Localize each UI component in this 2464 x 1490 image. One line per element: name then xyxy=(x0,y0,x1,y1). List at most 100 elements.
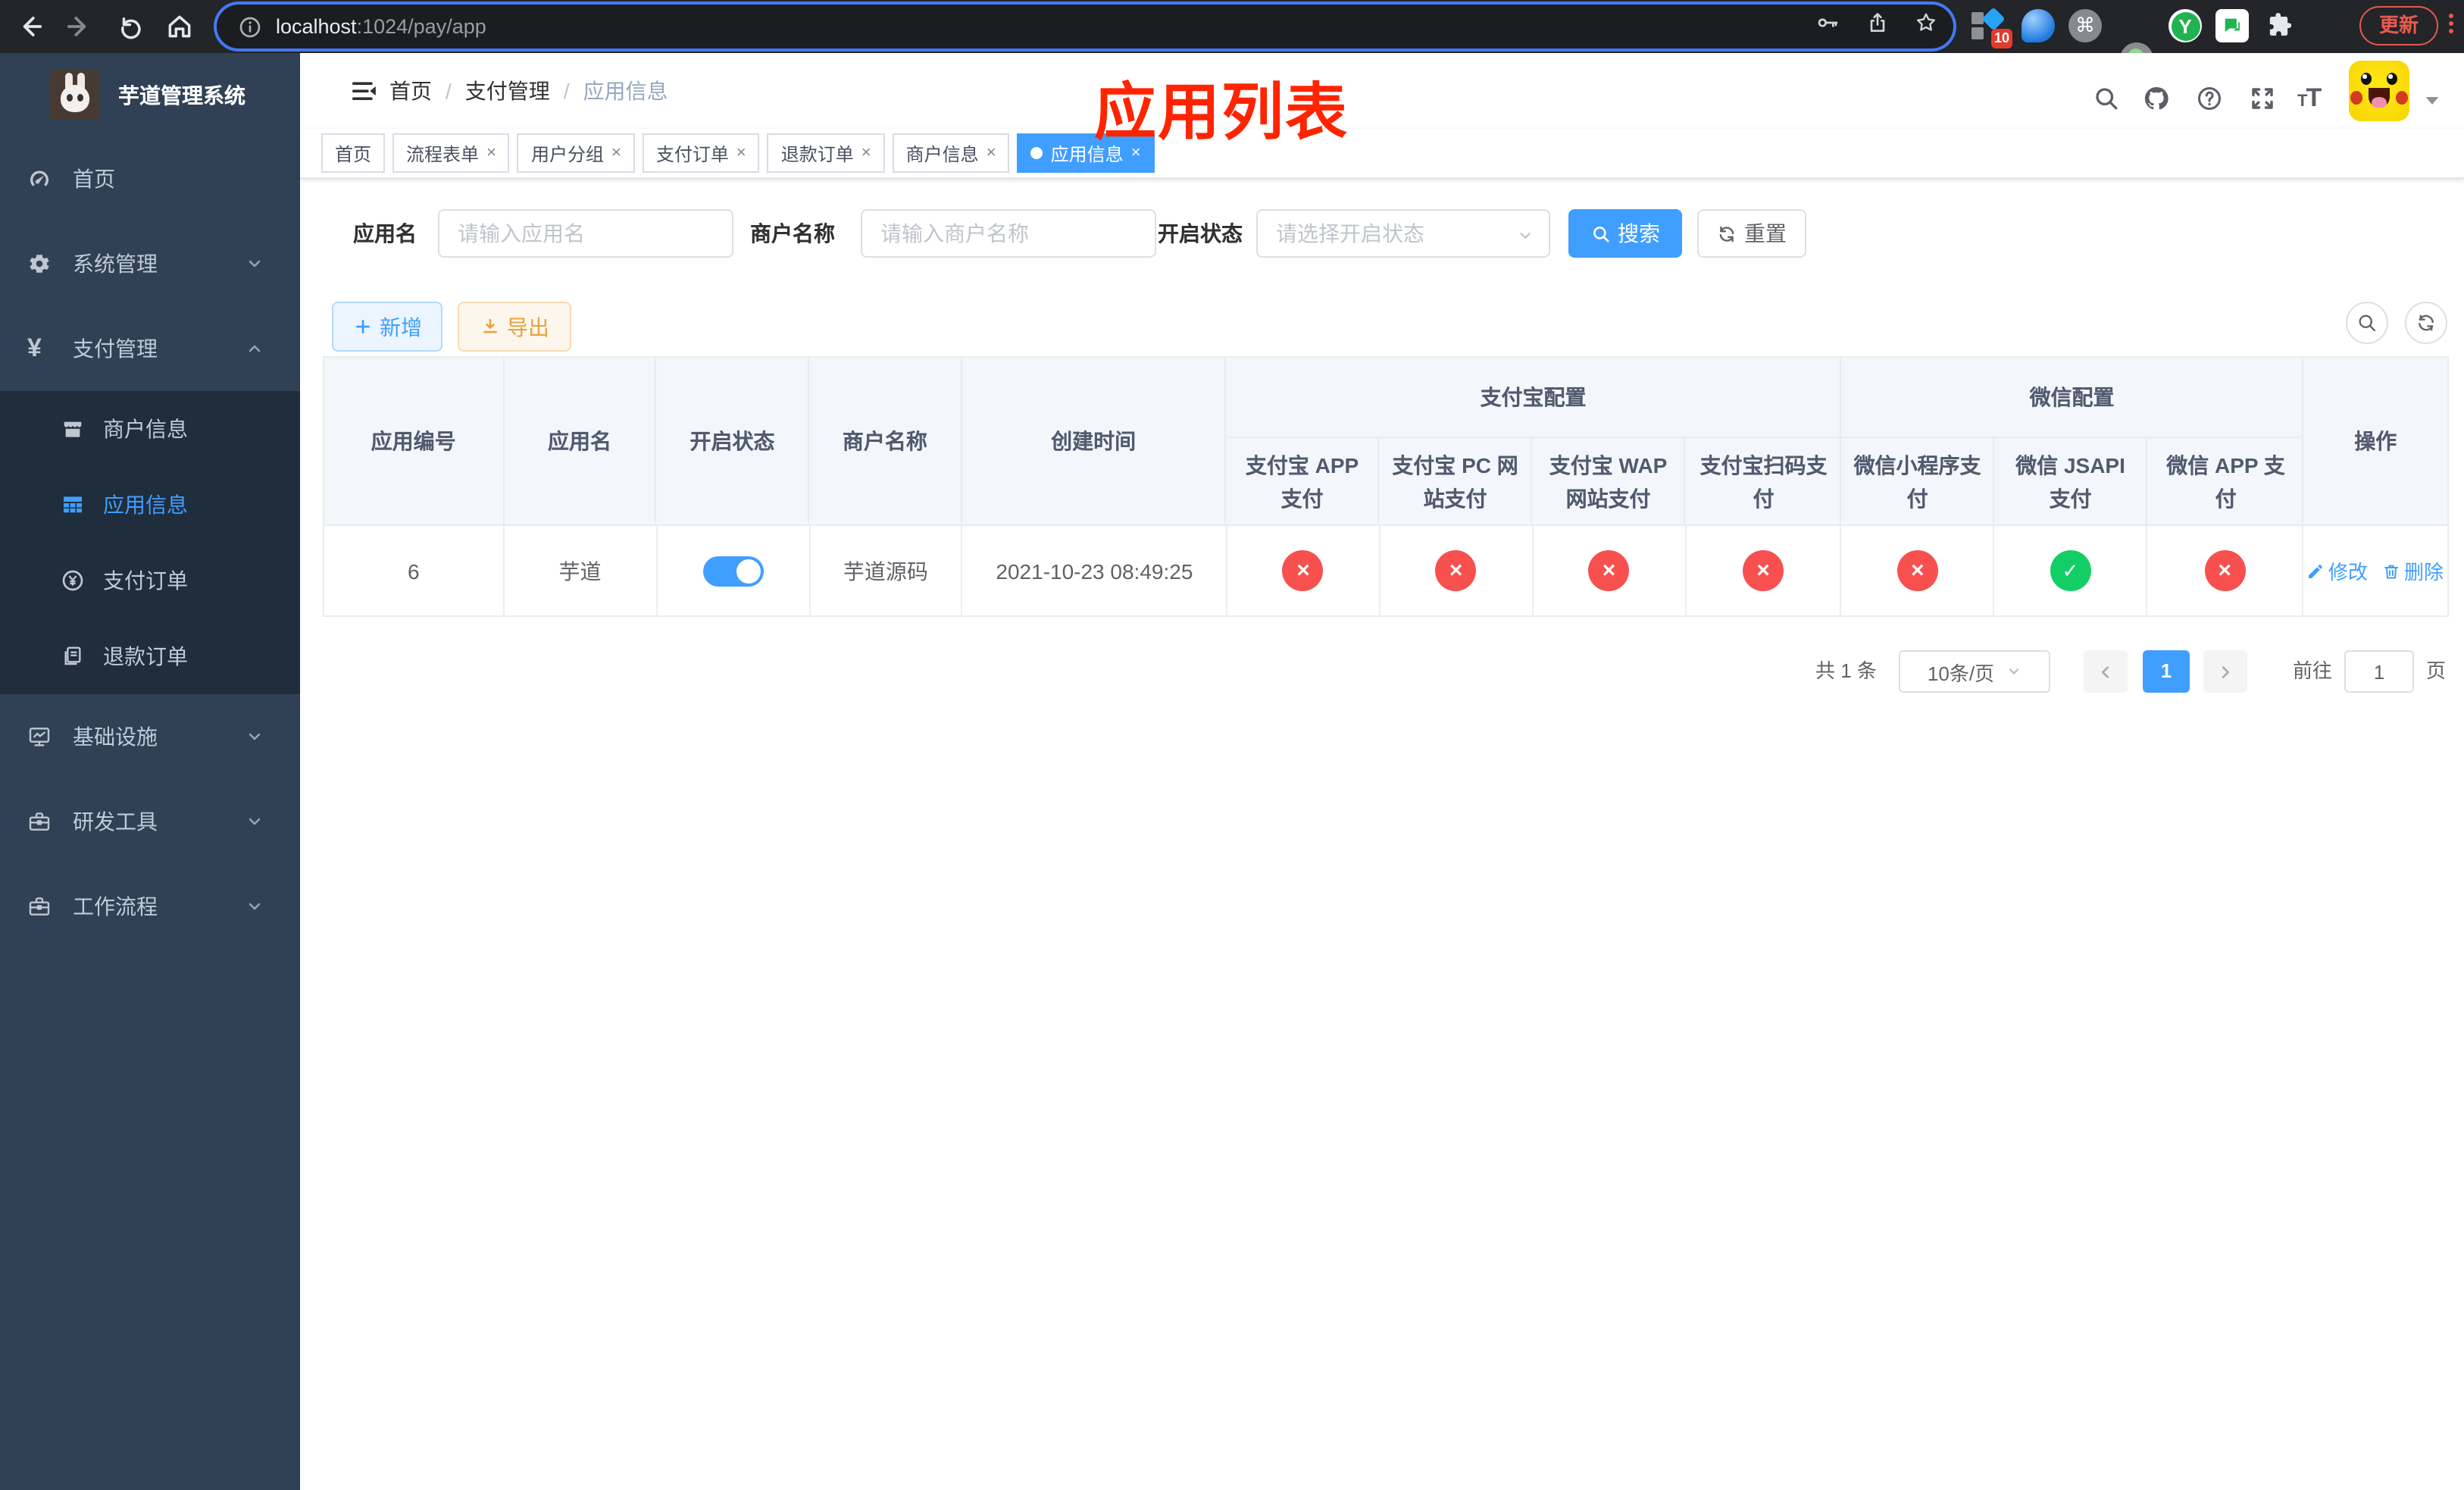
tab-refund-order[interactable]: 退款订单 × xyxy=(767,133,885,173)
sidebar-item-devtools[interactable]: 研发工具 xyxy=(0,779,300,864)
goto-page-input[interactable] xyxy=(2344,650,2414,693)
close-icon[interactable]: × xyxy=(611,144,621,162)
cell-alipay-qr xyxy=(1686,526,1842,615)
sidebar-item-infra[interactable]: 基础设施 xyxy=(0,694,300,779)
merchant-name-input[interactable]: 请输入商户名称 xyxy=(861,209,1156,258)
chevron-right-icon xyxy=(2222,665,2230,678)
sidebar-item-label: 商户信息 xyxy=(103,417,188,441)
refresh-table-button[interactable] xyxy=(2405,302,2447,344)
sidebar-item-workflow[interactable]: 工作流程 xyxy=(0,864,300,949)
tab-merchant-info[interactable]: 商户信息 × xyxy=(892,133,1010,173)
avatar-caret-icon[interactable] xyxy=(2425,95,2440,106)
search-button[interactable]: 搜索 xyxy=(1568,209,1682,258)
search-icon xyxy=(2359,315,2376,332)
sidebar-item-system[interactable]: 系统管理 xyxy=(0,221,300,306)
table-header: 应用编号 应用名 开启状态 商户名称 创建时间 支付宝配置 支付宝 APP 支付… xyxy=(323,356,2449,524)
sidebar-item-label: 基础设施 xyxy=(73,725,158,749)
sidebar-item-pay-order[interactable]: 支付订单 xyxy=(0,543,300,618)
sidebar-item-label: 研发工具 xyxy=(73,809,158,834)
group-header-alipay: 支付宝配置 支付宝 APP 支付 支付宝 PC 网站支付 支付宝 WAP 网站支… xyxy=(1226,358,1842,524)
status-cross-icon xyxy=(1743,550,1784,591)
cell-status xyxy=(657,526,810,615)
pencil-icon xyxy=(2309,564,2323,578)
page-size-select[interactable]: 10条/页 xyxy=(1899,650,2050,693)
close-icon[interactable]: × xyxy=(861,144,871,162)
help-icon[interactable] xyxy=(2196,85,2223,112)
sidebar-item-pay[interactable]: ¥ 支付管理 xyxy=(0,306,300,391)
extension-badge: 10 xyxy=(1990,29,2012,49)
export-button[interactable]: 导出 xyxy=(458,302,571,352)
user-avatar[interactable] xyxy=(2349,61,2409,121)
col-header-wechat-mini: 微信小程序支付 xyxy=(1842,438,1995,524)
chevron-down-icon xyxy=(249,733,261,740)
fullscreen-icon[interactable] xyxy=(2249,85,2276,112)
prev-page-button[interactable] xyxy=(2084,650,2128,693)
download-icon xyxy=(483,319,496,333)
group-label: 微信配置 xyxy=(1841,358,2303,438)
sidebar-item-label: 支付管理 xyxy=(73,337,158,361)
navbar: 首页 / 支付管理 / 应用信息 TT xyxy=(300,53,2464,129)
extension-chat-icon[interactable] xyxy=(2215,9,2249,42)
yen-icon: ¥ xyxy=(27,333,42,362)
chevron-left-icon xyxy=(2101,665,2109,678)
close-icon[interactable]: × xyxy=(736,144,746,162)
password-key-icon[interactable] xyxy=(1815,10,1840,34)
url-bar[interactable]: localhost:1024/pay/app xyxy=(217,5,1953,49)
placeholder-text: 请输入应用名 xyxy=(458,221,585,246)
home-icon[interactable] xyxy=(165,12,194,41)
main-area: 首页 / 支付管理 / 应用信息 TT 应用列表 首页 流程表单 × 用户分组 … xyxy=(300,53,2464,1490)
gear-icon xyxy=(30,255,49,273)
sidebar-item-app-info[interactable]: 应用信息 xyxy=(0,467,300,543)
reset-button[interactable]: 重置 xyxy=(1697,209,1806,258)
breadcrumb-home[interactable]: 首页 xyxy=(389,76,432,106)
extension-balloon-icon[interactable] xyxy=(2022,9,2055,42)
col-header-actions: 操作 xyxy=(2354,429,2397,453)
sidebar-item-label: 退款订单 xyxy=(103,644,188,668)
tab-process-form[interactable]: 流程表单 × xyxy=(392,133,510,173)
group-header-wechat: 微信配置 微信小程序支付 微信 JSAPI 支付 微信 APP 支付 xyxy=(1841,358,2304,524)
back-icon[interactable] xyxy=(15,12,44,41)
enabled-toggle[interactable] xyxy=(702,556,764,586)
sidebar-collapse-icon[interactable] xyxy=(349,76,379,106)
screen: localhost:1024/pay/app 10 ⌘ 1 Y 更新 xyxy=(0,0,2464,1490)
edit-link[interactable]: 修改 xyxy=(2307,556,2368,585)
delete-link[interactable]: 删除 xyxy=(2383,556,2444,585)
app-logo-rabbit xyxy=(50,70,100,120)
refresh-icon xyxy=(1719,225,1734,242)
goto-suffix: 页 xyxy=(2426,659,2447,682)
github-icon[interactable] xyxy=(2143,85,2170,112)
forward-icon[interactable] xyxy=(65,12,94,41)
tab-user-group[interactable]: 用户分组 × xyxy=(517,133,635,173)
search-icon[interactable] xyxy=(2093,85,2120,112)
sidebar-item-merchant[interactable]: 商户信息 xyxy=(0,391,300,467)
page-number-active[interactable]: 1 xyxy=(2143,650,2190,693)
close-icon[interactable]: × xyxy=(486,144,496,162)
tab-home[interactable]: 首页 xyxy=(321,133,386,173)
tags-view-bar: 首页 流程表单 × 用户分组 × 支付订单 × 退款订单 × 商户信息 × 应用信息 × xyxy=(300,129,2464,179)
extension-y-icon[interactable]: Y xyxy=(2169,9,2202,42)
font-size-icon[interactable]: TT xyxy=(2297,83,2322,114)
trash-icon xyxy=(2384,564,2399,578)
bookmark-star-icon[interactable] xyxy=(1914,10,1938,34)
extension-grid-icon[interactable]: 10 xyxy=(1972,7,2012,49)
sidebar-item-refund-order[interactable]: 退款订单 xyxy=(0,618,300,694)
toggle-search-button[interactable] xyxy=(2346,302,2388,344)
close-icon[interactable]: × xyxy=(987,144,996,162)
app-logo-row[interactable]: 芋道管理系统 xyxy=(0,53,300,136)
status-select[interactable]: 请选择开启状态 xyxy=(1256,209,1550,258)
breadcrumb-pay[interactable]: 支付管理 xyxy=(465,76,550,106)
app-name-input[interactable]: 请输入应用名 xyxy=(438,209,733,258)
browser-update-button[interactable]: 更新 xyxy=(2359,6,2438,45)
info-icon[interactable] xyxy=(238,14,262,39)
reload-icon[interactable] xyxy=(117,12,145,41)
browser-menu-icon[interactable] xyxy=(2443,11,2458,41)
tab-pay-order[interactable]: 支付订单 × xyxy=(642,133,760,173)
extension-command-icon[interactable]: ⌘ xyxy=(2068,9,2102,42)
next-page-button[interactable] xyxy=(2203,650,2247,693)
share-icon[interactable] xyxy=(1865,10,1890,34)
status-cross-icon xyxy=(1282,550,1324,591)
col-header-app-id: 应用编号 xyxy=(324,358,505,524)
extensions-puzzle-icon[interactable] xyxy=(2265,9,2299,42)
sidebar-item-home[interactable]: 首页 xyxy=(0,136,300,221)
add-button[interactable]: 新增 xyxy=(332,302,442,352)
